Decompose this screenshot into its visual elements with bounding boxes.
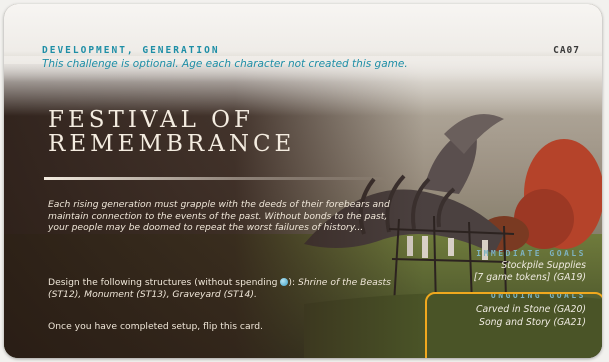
instruction-middle: ): bbox=[288, 277, 298, 288]
ongoing-goal-item: Carved in Stone (GA20) bbox=[476, 304, 586, 315]
title-underline bbox=[44, 177, 386, 180]
ongoing-goal-item: Song and Story (GA21) bbox=[479, 317, 586, 328]
flip-instruction: Once you have completed setup, flip this… bbox=[48, 321, 263, 332]
title-line-1: FESTIVAL OF bbox=[48, 107, 254, 133]
card-header bbox=[4, 4, 602, 82]
card-id: CA07 bbox=[553, 45, 580, 56]
card-title: FESTIVAL OF REMEMBRANCE bbox=[48, 108, 295, 156]
title-line-2: REMEMBRANCE bbox=[48, 131, 296, 157]
immediate-goal-item: Stockpile Supplies bbox=[501, 260, 586, 271]
immediate-goal-item: [7 game tokens] (GA19) bbox=[473, 272, 586, 283]
instruction-prefix: Design the following structures (without… bbox=[48, 277, 281, 288]
ongoing-goals-heading: ONGOING GOALS bbox=[490, 291, 586, 300]
card-category: DEVELOPMENT, GENERATION bbox=[42, 45, 220, 56]
flavor-text: Each rising generation must grapple with… bbox=[48, 199, 390, 233]
immediate-goals-heading: IMMEDIATE GOALS bbox=[476, 249, 586, 258]
challenge-card: DEVELOPMENT, GENERATION This challenge i… bbox=[4, 4, 602, 358]
setup-instruction: Design the following structures (without… bbox=[48, 277, 408, 301]
card-subtitle: This challenge is optional. Age each cha… bbox=[42, 58, 408, 70]
